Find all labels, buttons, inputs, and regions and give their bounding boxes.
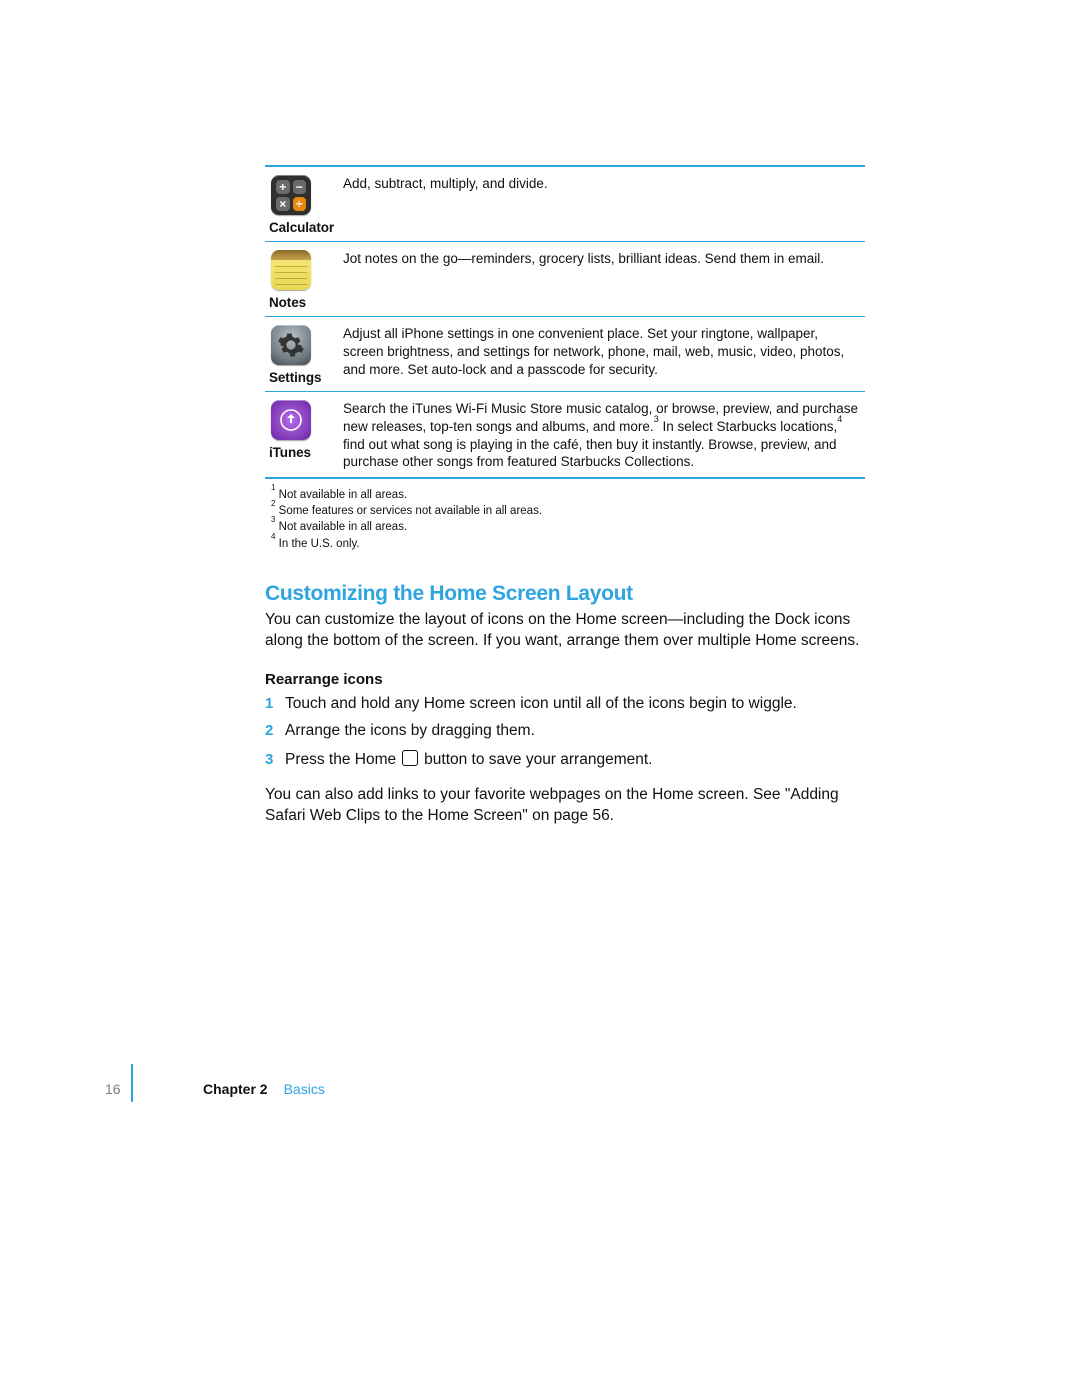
chapter-label: Chapter 2 [203, 1081, 268, 1097]
settings-icon [271, 325, 311, 365]
app-label: iTunes [269, 445, 311, 460]
table-row: Settings Adjust all iPhone settings in o… [265, 317, 865, 391]
app-label: Notes [269, 295, 306, 310]
page-footer: 16 Chapter 2 Basics [105, 1074, 875, 1104]
footnote-ref: 3 [654, 414, 659, 424]
table-row: Notes Jot notes on the go—reminders, gro… [265, 242, 865, 316]
app-description: Add, subtract, multiply, and divide. [343, 175, 865, 193]
icon-cell-settings: Settings [265, 325, 343, 385]
section-heading: Customizing the Home Screen Layout [265, 582, 865, 606]
footnote-text: Not available in all areas. [279, 521, 408, 533]
table-row: iTunes Search the iTunes Wi-Fi Music Sto… [265, 392, 865, 477]
app-description: Adjust all iPhone settings in one conven… [343, 325, 865, 378]
app-description: Jot notes on the go—reminders, grocery l… [343, 250, 865, 268]
footnote: 2 Some features or services not availabl… [271, 503, 865, 519]
footnotes-block: 1 Not available in all areas. 2 Some fea… [271, 487, 865, 551]
footnote-num: 1 [271, 483, 275, 492]
footnote: 1 Not available in all areas. [271, 487, 865, 503]
list-item: 2 Arrange the icons by dragging them. [265, 721, 865, 742]
footnote: 4 In the U.S. only. [271, 536, 865, 552]
footnote-num: 2 [271, 499, 275, 508]
step-text: Arrange the icons by dragging them. [285, 721, 535, 742]
table-row: +−×÷ Calculator Add, subtract, multiply,… [265, 167, 865, 241]
icon-cell-notes: Notes [265, 250, 343, 310]
app-label: Calculator [269, 220, 334, 235]
step-text: Press the Home button to save your arran… [285, 748, 652, 771]
ordered-steps: 1 Touch and hold any Home screen icon un… [265, 694, 865, 771]
step-number: 2 [265, 722, 285, 739]
desc-text: In select Starbucks locations, [659, 419, 838, 434]
sub-heading: Rearrange icons [265, 671, 865, 688]
calculator-icon: +−×÷ [271, 175, 311, 215]
footnote-ref: 4 [837, 414, 842, 424]
footer-rule [131, 1064, 133, 1102]
footnote-text: Not available in all areas. [279, 489, 408, 501]
step-number: 3 [265, 751, 285, 768]
app-description: Search the iTunes Wi-Fi Music Store musi… [343, 400, 865, 471]
page-content: +−×÷ Calculator Add, subtract, multiply,… [265, 165, 865, 829]
footnote-num: 4 [271, 532, 275, 541]
step-text-part: button to save your arrangement. [424, 750, 652, 771]
rule-bottom [265, 477, 865, 479]
footnote-text: In the U.S. only. [279, 538, 360, 550]
step-text: Touch and hold any Home screen icon unti… [285, 694, 797, 715]
footnote-text: Some features or services not available … [279, 505, 542, 517]
footnote: 3 Not available in all areas. [271, 519, 865, 535]
page-number: 16 [105, 1081, 139, 1097]
body-text: You can also add links to your favorite … [265, 785, 865, 827]
body-text: You can customize the layout of icons on… [265, 610, 865, 652]
app-label: Settings [269, 370, 321, 385]
desc-text: find out what song is playing in the caf… [343, 437, 837, 470]
home-button-icon [402, 750, 418, 766]
list-item: 3 Press the Home button to save your arr… [265, 748, 865, 771]
footnote-num: 3 [271, 515, 275, 524]
chapter-name: Basics [284, 1081, 325, 1097]
icon-cell-calculator: +−×÷ Calculator [265, 175, 343, 235]
list-item: 1 Touch and hold any Home screen icon un… [265, 694, 865, 715]
step-number: 1 [265, 695, 285, 712]
step-text-part: Press the Home [285, 750, 396, 771]
itunes-icon [271, 400, 311, 440]
icon-cell-itunes: iTunes [265, 400, 343, 460]
notes-icon [271, 250, 311, 290]
